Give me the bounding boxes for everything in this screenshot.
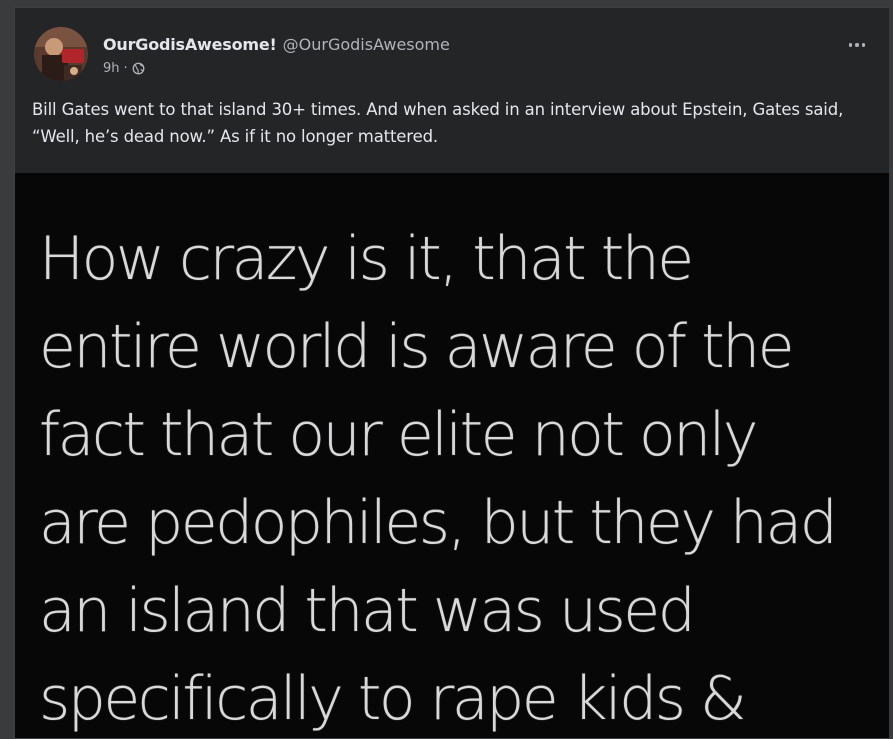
image-text-line: entire world is aware of the bbox=[39, 312, 795, 382]
image-caption: How crazy is it, that the entire world i… bbox=[39, 215, 879, 738]
post-text: Bill Gates went to that island 30+ times… bbox=[32, 100, 844, 146]
post-card: OurGodisAwesome! @OurGodisAwesome 9h · Bi… bbox=[14, 7, 889, 739]
author-name-row: OurGodisAwesome! @OurGodisAwesome bbox=[103, 35, 450, 54]
author-avatar[interactable] bbox=[34, 27, 88, 81]
post-image[interactable]: How crazy is it, that the entire world i… bbox=[15, 173, 889, 738]
post-meta: 9h · bbox=[103, 61, 145, 76]
more-options-icon[interactable] bbox=[843, 35, 871, 55]
post-timestamp[interactable]: 9h bbox=[103, 61, 120, 76]
author-handle[interactable]: @OurGodisAwesome bbox=[283, 35, 450, 54]
image-text-line: fact that our elite not only bbox=[39, 400, 758, 470]
avatar-photo-icon bbox=[34, 27, 88, 81]
post-header: OurGodisAwesome! @OurGodisAwesome 9h · bbox=[32, 27, 889, 87]
image-text-line: an island that was used bbox=[39, 576, 696, 646]
author-display-name[interactable]: OurGodisAwesome! bbox=[103, 35, 277, 54]
image-text-line: specifically to rape kids & bbox=[39, 664, 747, 734]
meta-separator: · bbox=[123, 61, 128, 76]
globe-icon bbox=[132, 62, 145, 75]
image-text-line: are pedophiles, but they had bbox=[39, 488, 838, 558]
image-text-line: How crazy is it, that the bbox=[39, 224, 694, 294]
